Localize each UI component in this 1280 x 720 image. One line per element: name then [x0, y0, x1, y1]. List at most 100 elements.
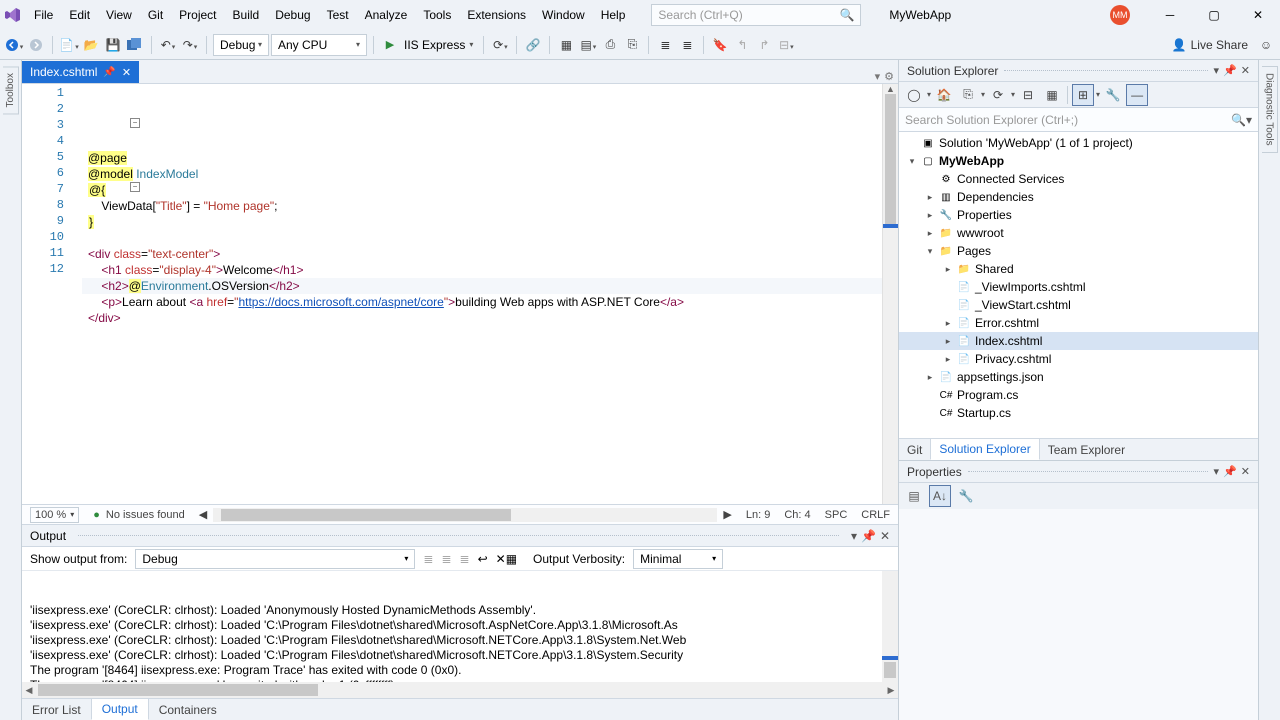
platform-dropdown[interactable]: Any CPU▾: [271, 34, 367, 56]
expand-toggle[interactable]: ▸: [925, 192, 935, 203]
uncomment-icon[interactable]: ≣: [677, 35, 697, 55]
output-pin-icon[interactable]: 📌: [861, 529, 876, 543]
scrollbar-thumb[interactable]: [885, 94, 896, 224]
code-line[interactable]: [82, 326, 898, 342]
menu-git[interactable]: Git: [140, 0, 171, 30]
tree-node[interactable]: ▸📄Privacy.cshtml: [899, 350, 1258, 368]
tab-settings-icon[interactable]: ⚙: [884, 70, 894, 83]
undo-icon[interactable]: ↶: [158, 35, 178, 55]
menu-project[interactable]: Project: [171, 0, 224, 30]
menu-debug[interactable]: Debug: [267, 0, 318, 30]
se-tab-git[interactable]: Git: [899, 440, 930, 460]
se-view-icon[interactable]: —: [1126, 84, 1148, 106]
tree-node[interactable]: ▸📁wwwroot: [899, 224, 1258, 242]
code-line[interactable]: </div>: [82, 310, 898, 326]
hscroll-left[interactable]: ◀: [199, 508, 207, 521]
menu-tools[interactable]: Tools: [415, 0, 459, 30]
solution-tree[interactable]: ▣Solution 'MyWebApp' (1 of 1 project)▾▢M…: [899, 132, 1258, 438]
output-clear-icon[interactable]: ✕▦: [496, 552, 517, 566]
tool-icon-2[interactable]: ▤: [578, 35, 598, 55]
tree-node[interactable]: ▣Solution 'MyWebApp' (1 of 1 project): [899, 134, 1258, 152]
save-icon[interactable]: 💾: [103, 35, 123, 55]
se-showall-icon[interactable]: ▦: [1041, 84, 1063, 106]
diagnostic-tools-tab[interactable]: Diagnostic Tools: [1262, 66, 1278, 153]
menu-window[interactable]: Window: [534, 0, 593, 30]
code-line[interactable]: @{: [82, 182, 898, 198]
properties-titlebar[interactable]: Properties ▾📌✕: [899, 461, 1258, 483]
output-from-dropdown[interactable]: Debug▾: [135, 549, 415, 569]
se-sync-icon free[interactable]: ⎘: [957, 84, 979, 106]
editor-vscrollbar[interactable]: ▲: [882, 84, 898, 504]
code-line[interactable]: <div class="text-center">: [82, 246, 898, 262]
output-close-icon[interactable]: ✕: [880, 529, 890, 543]
tree-node[interactable]: ▸📄Error.cshtml: [899, 314, 1258, 332]
props-close-icon[interactable]: ✕: [1241, 465, 1250, 478]
hscroll-right[interactable]: ▶: [723, 508, 731, 521]
nav-fwd-icon[interactable]: [26, 35, 46, 55]
menu-build[interactable]: Build: [225, 0, 268, 30]
pin-icon[interactable]: 📌: [103, 67, 115, 78]
start-debug-button[interactable]: ▶: [380, 35, 400, 55]
expand-toggle[interactable]: ▸: [925, 372, 935, 383]
bookmark-next-icon[interactable]: ↱: [754, 35, 774, 55]
se-pin-icon[interactable]: 📌: [1223, 64, 1237, 77]
output-titlebar[interactable]: Output ▾ 📌 ✕: [22, 525, 898, 547]
user-avatar[interactable]: MM: [1110, 5, 1130, 25]
expand-toggle[interactable]: ▸: [943, 264, 953, 275]
output-tool-icon[interactable]: ≣: [423, 552, 433, 566]
props-wrench-icon[interactable]: 🔧: [955, 485, 977, 507]
tree-node[interactable]: ▸📄Index.cshtml: [899, 332, 1258, 350]
maximize-button[interactable]: ▢: [1192, 0, 1236, 30]
expand-toggle[interactable]: ▸: [925, 228, 935, 239]
editor-hscrollbar[interactable]: [213, 508, 717, 522]
menu-test[interactable]: Test: [319, 0, 357, 30]
output-tool-icon[interactable]: ≣: [441, 552, 451, 566]
tab-overflow-icon[interactable]: ▾: [875, 70, 881, 83]
scrollbar-thumb[interactable]: [221, 509, 511, 521]
expand-toggle[interactable]: ▸: [943, 318, 953, 329]
redo-icon[interactable]: ↷: [180, 35, 200, 55]
tool-icon-1[interactable]: ▦: [556, 35, 576, 55]
quick-search[interactable]: Search (Ctrl+Q) 🔍: [651, 4, 861, 26]
tool-icon-3[interactable]: ⎙: [600, 35, 620, 55]
new-project-icon[interactable]: 📄: [59, 35, 79, 55]
expand-toggle[interactable]: ▾: [925, 246, 935, 257]
minimize-button[interactable]: ─: [1148, 0, 1192, 30]
tree-node[interactable]: ▸📁Shared: [899, 260, 1258, 278]
bottom-tab-error-list[interactable]: Error List: [22, 700, 91, 720]
code-editor[interactable]: 123456789101112 − − @page@model IndexMod…: [22, 84, 898, 504]
bottom-tab-containers[interactable]: Containers: [149, 700, 227, 720]
expand-toggle[interactable]: ▾: [907, 156, 917, 167]
tree-node[interactable]: ⚙Connected Services: [899, 170, 1258, 188]
menu-edit[interactable]: Edit: [61, 0, 98, 30]
bookmark-icon[interactable]: 🔖: [710, 35, 730, 55]
bookmark-prev-icon[interactable]: ↰: [732, 35, 752, 55]
config-dropdown[interactable]: Debug▾: [213, 34, 269, 56]
se-back-icon[interactable]: ◯: [903, 84, 925, 106]
tree-node[interactable]: ▸▥Dependencies: [899, 188, 1258, 206]
menu-file[interactable]: File: [26, 0, 61, 30]
tree-node[interactable]: C#Program.cs: [899, 386, 1258, 404]
menu-analyze[interactable]: Analyze: [357, 0, 416, 30]
menu-extensions[interactable]: Extensions: [459, 0, 534, 30]
output-hscrollbar[interactable]: ◀▶: [22, 682, 898, 698]
se-properties-icon[interactable]: 🔧: [1102, 84, 1124, 106]
tree-node[interactable]: C#Startup.cs: [899, 404, 1258, 422]
fold-toggle[interactable]: −: [130, 182, 140, 192]
output-tool-icon[interactable]: ≣: [460, 552, 470, 566]
bottom-tab-output[interactable]: Output: [91, 698, 149, 720]
se-preview-icon[interactable]: ⊞: [1072, 84, 1094, 106]
code-line[interactable]: @page: [82, 150, 898, 166]
solution-explorer-titlebar[interactable]: Solution Explorer ▾📌✕: [899, 60, 1258, 82]
bookmark-clear-icon[interactable]: ⊟: [776, 35, 796, 55]
tree-node[interactable]: 📄_ViewStart.cshtml: [899, 296, 1258, 314]
se-collapse-icon[interactable]: ⊟: [1017, 84, 1039, 106]
code-area[interactable]: − − @page@model IndexModel@{ ViewData["T…: [82, 84, 898, 504]
output-verbosity-dropdown[interactable]: Minimal▾: [633, 549, 723, 569]
se-search[interactable]: Search Solution Explorer (Ctrl+;) 🔍▾: [899, 108, 1258, 132]
nav-back-icon[interactable]: [4, 35, 24, 55]
document-tab-active[interactable]: Index.cshtml 📌 ✕: [22, 61, 139, 83]
menu-help[interactable]: Help: [593, 0, 634, 30]
zoom-dropdown[interactable]: 100 % ▾: [30, 507, 79, 523]
props-dropdown-icon[interactable]: ▾: [1214, 465, 1220, 478]
